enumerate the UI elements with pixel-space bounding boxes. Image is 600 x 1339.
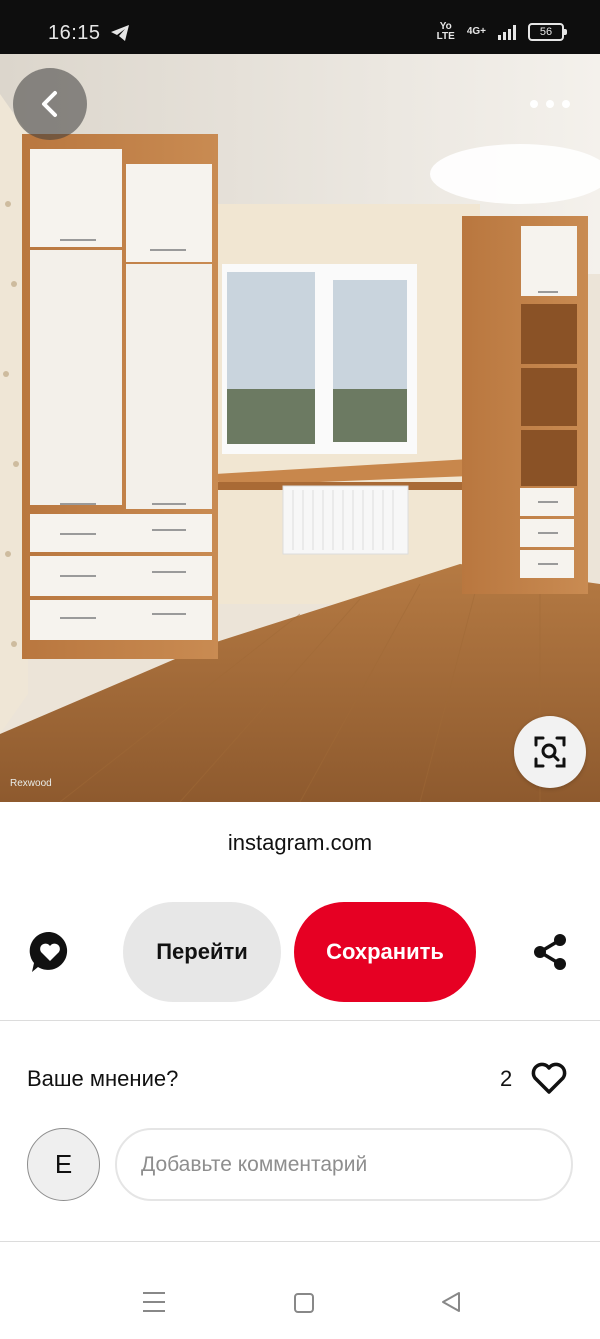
telegram-icon (110, 24, 130, 47)
dot-icon (562, 100, 570, 108)
pin-image[interactable]: Rexwood (0, 54, 600, 802)
goto-button[interactable]: Перейти (123, 902, 281, 1002)
network-type-indicator: 4G+ (466, 26, 486, 37)
divider (0, 1020, 600, 1021)
status-indicators: Yo LTE 4G+ 56 (436, 21, 567, 42)
battery-icon: 56 (528, 23, 567, 41)
chevron-left-icon (42, 91, 57, 117)
volte-indicator: Yo LTE (436, 21, 455, 42)
dot-icon (546, 100, 554, 108)
back-nav-button[interactable] (440, 1291, 462, 1318)
divider (0, 1241, 600, 1242)
more-options-button[interactable] (530, 92, 570, 116)
comment-input[interactable] (115, 1128, 573, 1201)
heart-speech-bubble-icon (29, 931, 68, 972)
visual-search-button[interactable] (514, 716, 586, 788)
avatar[interactable]: E (27, 1128, 100, 1201)
signal-icon (498, 24, 516, 40)
pin-source-link[interactable]: instagram.com (0, 830, 600, 856)
reaction-button[interactable] (28, 930, 72, 974)
status-time: 16:15 (48, 22, 101, 44)
share-button[interactable] (530, 932, 570, 972)
system-nav-bar (0, 1270, 600, 1339)
status-bar: 16:15 Yo LTE 4G+ 56 (0, 0, 600, 54)
save-button[interactable]: Сохранить (294, 902, 476, 1002)
back-button[interactable] (13, 68, 87, 140)
like-count: 2 (500, 1066, 513, 1091)
home-button[interactable] (294, 1293, 314, 1313)
share-icon (534, 934, 566, 970)
heart-icon (531, 1062, 567, 1094)
triangle-back-icon (442, 1292, 460, 1312)
dot-icon (530, 100, 538, 108)
comments-prompt: Ваше мнение? (27, 1066, 179, 1091)
pin-actions: Перейти Сохранить (0, 902, 600, 1002)
recent-apps-button[interactable] (143, 1292, 165, 1312)
room-photo (0, 54, 600, 802)
like-button[interactable] (530, 1060, 568, 1096)
image-watermark: Rexwood (10, 778, 52, 789)
lens-search-icon (534, 736, 566, 768)
